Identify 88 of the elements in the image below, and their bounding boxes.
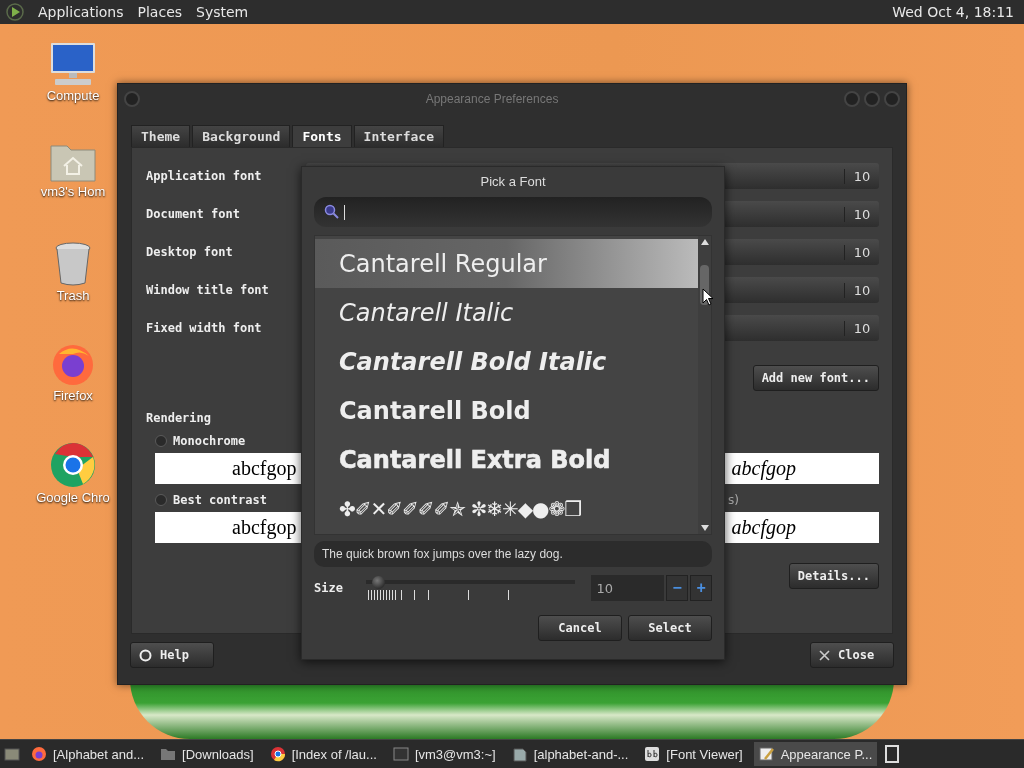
preview-field[interactable]: The quick brown fox jumps over the lazy dog. xyxy=(314,541,712,567)
slider-thumb[interactable] xyxy=(371,576,385,589)
tab[interactable]: Fonts xyxy=(292,125,352,147)
font-label: Document font xyxy=(146,207,241,221)
taskbar-button[interactable]: Appearance P... xyxy=(753,742,878,766)
font-size-value: 10 xyxy=(844,320,879,336)
text-cursor xyxy=(344,204,345,220)
size-label: Size xyxy=(314,581,344,595)
fox-globe-icon xyxy=(31,746,47,762)
taskbar-label: [vm3@vm3:~] xyxy=(414,746,496,762)
radio-button[interactable] xyxy=(155,494,167,506)
panel-menu[interactable]: Places xyxy=(137,4,183,20)
radio-label[interactable]: Best contrast xyxy=(173,493,267,507)
dialog-button[interactable]: Cancel xyxy=(538,615,622,641)
close-icon xyxy=(819,649,830,661)
font-list-item[interactable]: ✤✐✕✐✐✐✐✯ ✼❄✳◆●❁❒ xyxy=(315,484,698,533)
sample-text: abcfgop xyxy=(232,457,297,480)
size-spin-field[interactable]: 10 xyxy=(590,575,665,601)
taskbar-label: [Alphabet and... xyxy=(53,746,145,762)
mouse-pointer-icon xyxy=(702,288,714,306)
preview-text: The quick brown fox jumps over the lazy dog. xyxy=(322,547,563,561)
radio-button[interactable] xyxy=(155,435,167,447)
window-title: Appearance Preferences xyxy=(424,92,560,106)
panel-menu[interactable]: Applications xyxy=(38,4,124,20)
paintbrush-icon xyxy=(758,746,775,762)
size-value: 10 xyxy=(596,580,614,596)
tab[interactable]: Theme xyxy=(131,125,191,147)
font-list-item[interactable]: Cantarell Bold Italic xyxy=(315,337,698,386)
font-list-item[interactable]: Cantarell Bold xyxy=(315,386,698,435)
taskbar-button[interactable]: [vm3@vm3:~] xyxy=(387,742,501,766)
workspace-switcher[interactable] xyxy=(885,745,900,763)
panel-menu[interactable]: System xyxy=(196,4,249,20)
font-label: Fixed width font xyxy=(146,321,263,335)
font-label: Application font xyxy=(146,169,263,183)
chrome-ball-icon xyxy=(269,746,286,762)
sample-text: abcfgop xyxy=(731,516,796,539)
add-font-button[interactable]: Add new font... xyxy=(752,365,879,391)
details-button[interactable]: Details... xyxy=(788,563,879,589)
sample-text: abcfgop xyxy=(731,457,796,480)
search-icon xyxy=(324,204,340,220)
font-size-value: 10 xyxy=(844,244,879,260)
taskbar-button[interactable]: [Index of /lau... xyxy=(264,742,382,766)
taskbar-label: [Font Viewer] xyxy=(666,746,743,762)
close-button[interactable]: Close xyxy=(810,642,894,668)
dialog-button[interactable]: Select xyxy=(628,615,712,641)
dialog-title: Pick a Font xyxy=(479,173,547,191)
document-icon xyxy=(511,746,528,762)
taskbar-button[interactable]: [alphabet-and-... xyxy=(506,742,634,766)
taskbar-label: [Downloads] xyxy=(182,746,254,762)
font-label: Window title font xyxy=(146,283,270,297)
terminal-icon xyxy=(392,747,409,761)
font-label: Desktop font xyxy=(146,245,234,259)
radio-label[interactable]: Monochrome xyxy=(173,434,246,448)
scroll-up-arrow-icon[interactable] xyxy=(700,239,709,245)
font-list-item[interactable]: Cantarell Italic xyxy=(315,288,698,337)
computer-icon[interactable] xyxy=(49,42,97,86)
font-size-value: 10 xyxy=(844,282,879,298)
tab[interactable]: Background xyxy=(192,125,291,147)
search-field[interactable] xyxy=(314,197,712,227)
play-logo-icon[interactable] xyxy=(6,3,24,21)
taskbar-button[interactable]: [Downloads] xyxy=(155,742,259,766)
fox-globe-icon[interactable] xyxy=(51,342,95,386)
font-list-item[interactable]: Cantarell Regular xyxy=(315,239,698,288)
section-title: Rendering xyxy=(146,411,213,425)
home-folder-icon[interactable] xyxy=(50,142,96,182)
taskbar-button[interactable]: [Font Viewer] xyxy=(639,742,748,766)
chrome-ball-icon[interactable] xyxy=(50,442,96,488)
taskbar-label: Appearance P... xyxy=(780,746,873,762)
decrease-button[interactable]: − xyxy=(666,575,689,601)
show-desktop-icon[interactable] xyxy=(4,747,20,761)
option-note: s) xyxy=(728,493,739,507)
sample-text: abcfgop xyxy=(232,516,297,539)
taskbar-button[interactable]: [Alphabet and... xyxy=(26,742,150,766)
font-list-item[interactable]: Cantarell Extra Bold xyxy=(315,435,698,484)
font-size-value: 10 xyxy=(844,168,879,184)
increase-button[interactable]: + xyxy=(690,575,712,601)
font-viewer-icon xyxy=(644,746,661,762)
clock[interactable]: Wed Oct 4, 18:11 xyxy=(892,4,1014,20)
folder-icon xyxy=(160,747,177,761)
tab[interactable]: Interface xyxy=(353,125,444,147)
font-size-value: 10 xyxy=(844,206,879,222)
help-button[interactable]: Help xyxy=(130,642,214,668)
trash-icon[interactable] xyxy=(54,242,92,286)
help-icon xyxy=(139,648,152,662)
taskbar-label: [alphabet-and-... xyxy=(533,746,629,762)
taskbar-label: [Index of /lau... xyxy=(291,746,377,762)
scrollbar[interactable] xyxy=(698,236,711,534)
scroll-down-arrow-icon[interactable] xyxy=(700,525,709,531)
